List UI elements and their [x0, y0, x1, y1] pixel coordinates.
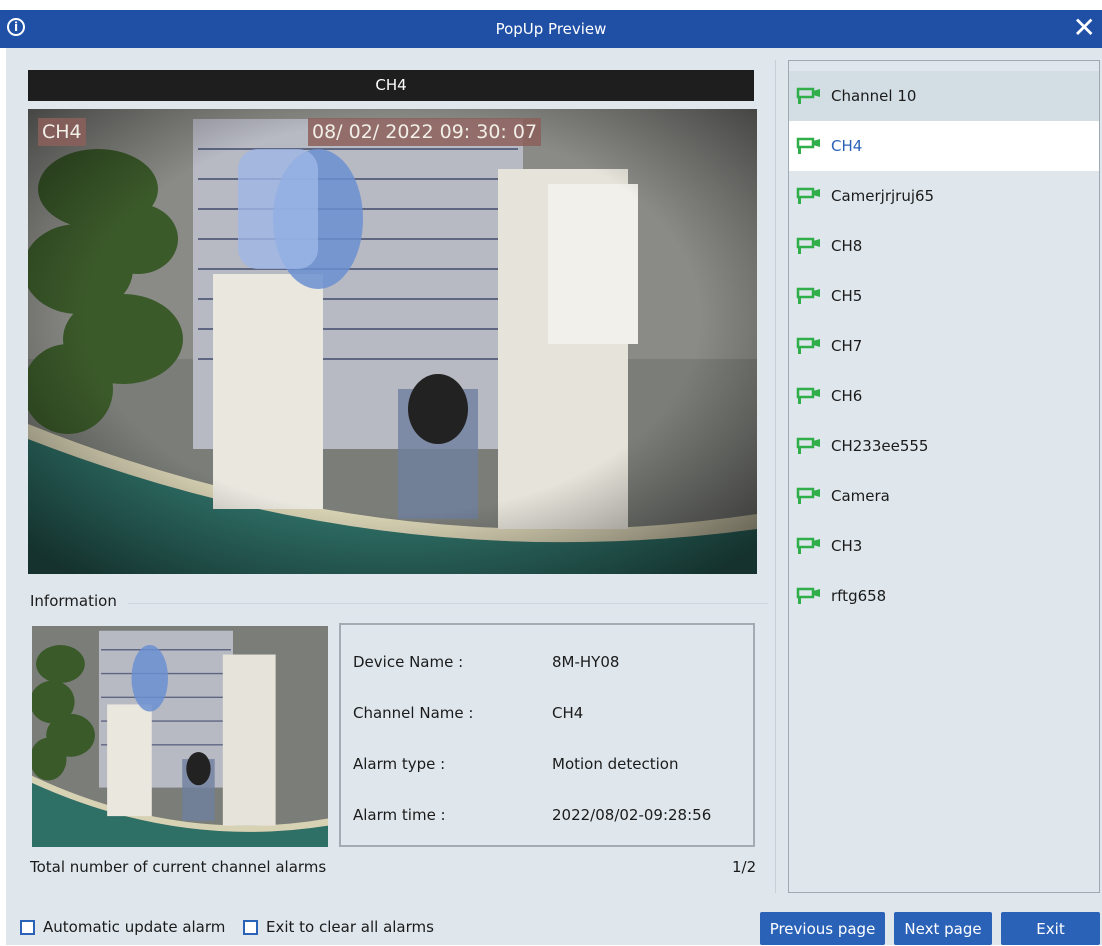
channel-item-label: CH8 [831, 237, 863, 255]
title-bar: i PopUp Preview ✕ [0, 10, 1102, 48]
auto-update-alarm-option[interactable]: Automatic update alarm [20, 918, 225, 936]
close-icon[interactable]: ✕ [1073, 11, 1096, 45]
channel-name-value: CH4 [552, 704, 584, 722]
window-title: PopUp Preview [495, 20, 607, 38]
channel-item[interactable]: Camerjrjruj65 [789, 171, 1099, 221]
alarm-time-label: Alarm time : [353, 806, 446, 824]
channel-item[interactable]: CH6 [789, 371, 1099, 421]
camera-icon [796, 387, 820, 404]
channel-item[interactable]: CH5 [789, 271, 1099, 321]
channel-item[interactable]: Channel 10 [789, 71, 1099, 121]
camera-icon [796, 537, 820, 554]
channel-item-label: Camerjrjruj65 [831, 187, 935, 205]
exit-button[interactable]: Exit [1001, 912, 1100, 945]
channel-item[interactable]: CH7 [789, 321, 1099, 371]
device-name-label: Device Name : [353, 653, 464, 671]
camera-icon [796, 237, 820, 254]
camera-icon [796, 587, 820, 604]
camera-icon [796, 437, 820, 454]
camera-icon [796, 187, 820, 204]
channel-item[interactable]: rftg658 [789, 571, 1099, 621]
camera-icon [796, 287, 820, 304]
channel-item-label: rftg658 [831, 587, 887, 605]
channel-list[interactable]: Channel 10 CH4 Camerjrjruj65 CH8 CH5 CH7… [788, 60, 1100, 893]
exit-clear-alarms-label: Exit to clear all alarms [266, 918, 434, 936]
channel-item-label: CH3 [831, 537, 863, 555]
camera-icon [796, 487, 820, 504]
device-name-value: 8M-HY08 [552, 653, 620, 671]
channel-item[interactable]: Camera [789, 471, 1099, 521]
exit-clear-alarms-checkbox[interactable] [243, 919, 258, 935]
osd-channel-label: CH4 [38, 118, 86, 146]
channel-item-label: CH4 [831, 137, 863, 155]
channel-item[interactable]: CH4 [789, 121, 1099, 171]
channel-item-label: CH7 [831, 337, 863, 355]
channel-item[interactable]: CH233ee555 [789, 421, 1099, 471]
preview-channel-title: CH4 [28, 70, 754, 101]
auto-update-alarm-label: Automatic update alarm [43, 918, 226, 936]
alarm-type-label: Alarm type : [353, 755, 446, 773]
channel-item[interactable]: CH3 [789, 521, 1099, 571]
channel-item-label: CH233ee555 [831, 437, 929, 455]
camera-scene-image [28, 109, 757, 574]
channel-item-label: Camera [831, 487, 890, 505]
alarm-type-value: Motion detection [552, 755, 679, 773]
previous-page-button[interactable]: Previous page [760, 912, 885, 945]
channel-item-label: CH5 [831, 287, 863, 305]
alarm-time-value: 2022/08/02-09:28:56 [552, 806, 712, 824]
panel-divider [775, 60, 776, 893]
alarm-snapshot-thumbnail[interactable] [32, 626, 328, 847]
channel-item[interactable]: CH8 [789, 221, 1099, 271]
channel-item-label: CH6 [831, 387, 863, 405]
live-video-preview[interactable]: CH4 08/ 02/ 2022 09: 30: 07 [28, 109, 757, 574]
total-alarms-label: Total number of current channel alarms [30, 858, 327, 876]
alarm-page-counter: 1/2 [732, 858, 757, 876]
alarm-details-box: Device Name : 8M-HY08 Channel Name : CH4… [339, 623, 755, 847]
osd-timestamp: 08/ 02/ 2022 09: 30: 07 [308, 118, 542, 146]
auto-update-alarm-checkbox[interactable] [20, 919, 35, 935]
camera-icon [796, 137, 820, 154]
exit-clear-alarms-option[interactable]: Exit to clear all alarms [243, 918, 434, 936]
next-page-button[interactable]: Next page [894, 912, 992, 945]
camera-icon [796, 337, 820, 354]
channel-name-label: Channel Name : [353, 704, 474, 722]
snapshot-image [32, 626, 328, 847]
section-divider [128, 603, 768, 604]
camera-icon [796, 87, 820, 104]
information-label: Information [30, 592, 117, 610]
channel-item-label: Channel 10 [831, 87, 917, 105]
